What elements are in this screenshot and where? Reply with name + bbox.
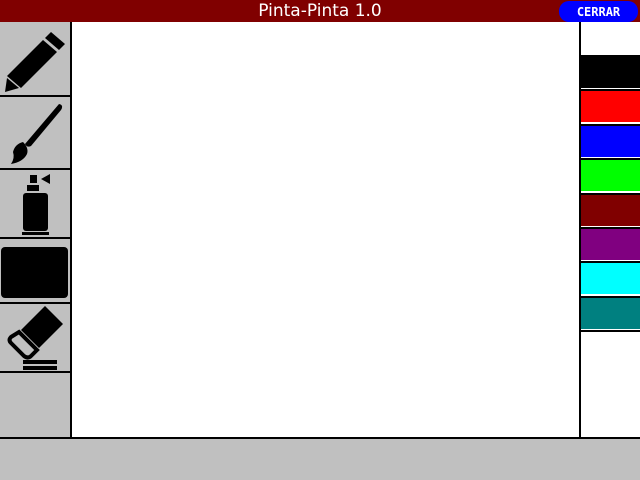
tool-pencil[interactable]: [0, 22, 70, 97]
pencil-icon: [5, 31, 65, 92]
filled-rectangle-icon: [1, 246, 68, 298]
color-swatch-maroon[interactable]: [581, 192, 640, 226]
color-palette: [579, 22, 640, 437]
close-button[interactable]: CERRAR: [559, 1, 638, 22]
color-swatch-teal[interactable]: [581, 295, 640, 329]
color-swatch-green[interactable]: [581, 158, 640, 192]
color-swatch-red[interactable]: [581, 89, 640, 123]
title-bar: Pinta-Pinta 1.0 CERRAR: [0, 0, 640, 22]
color-swatch-purple[interactable]: [581, 227, 640, 260]
tool-brush[interactable]: [0, 97, 70, 170]
drawing-canvas[interactable]: [72, 22, 579, 437]
color-swatch-blue[interactable]: [581, 123, 640, 157]
app-title: Pinta-Pinta 1.0: [258, 1, 382, 21]
tool-rectangle[interactable]: [0, 239, 70, 304]
eraser-icon: [7, 305, 63, 370]
tool-spray[interactable]: [0, 170, 70, 239]
color-swatch-empty: [581, 22, 640, 55]
status-bar: [0, 437, 640, 480]
color-swatch-cyan[interactable]: [581, 261, 640, 295]
palette-bottom-border: [581, 330, 640, 332]
spray-can-icon: [22, 173, 50, 235]
color-swatch-black[interactable]: [581, 55, 640, 88]
tool-panel: [0, 22, 72, 437]
paintbrush-icon: [11, 103, 63, 164]
tool-eraser[interactable]: [0, 304, 70, 373]
